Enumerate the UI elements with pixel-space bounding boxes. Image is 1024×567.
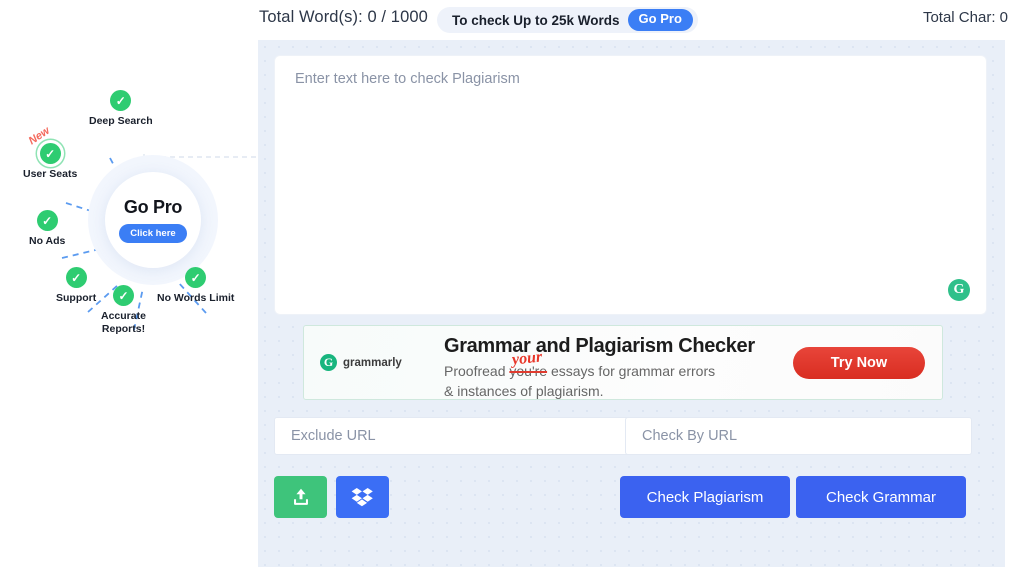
click-here-button[interactable]: Click here [119,224,187,243]
check-icon: ✓ [36,210,58,231]
check-icon: ✓ [39,143,61,164]
go-pro-ring: Go Pro Click here [88,155,218,285]
grammarly-ad-banner[interactable]: G grammarly Grammar and Plagiarism Check… [303,325,943,400]
feature-label: Accurate Reports! [101,310,146,335]
exclude-url-input[interactable] [274,417,631,455]
grammarly-badge-icon[interactable]: G [948,279,970,301]
total-words-counter: Total Word(s): 0 / 1000 [259,8,428,26]
feature-no-ads: ✓ No Ads [29,210,65,248]
dropbox-icon [351,487,373,506]
check-icon: ✓ [65,267,87,288]
go-pro-button[interactable]: Go Pro [627,9,693,31]
feature-user-seats: New ✓ User Seats [23,125,78,181]
feature-accurate-reports: ✓ Accurate Reports! [101,285,146,336]
ad-headline: Grammar and Plagiarism Checker [444,335,755,357]
grammarly-logo: G grammarly [320,354,402,371]
feature-label: No Ads [29,235,66,247]
upload-file-button[interactable] [274,476,327,518]
check-by-url-input[interactable] [625,417,972,455]
feature-label: No Words Limit [157,292,235,304]
check-icon: ✓ [112,285,134,306]
feature-label: Support [56,292,97,304]
text-input-placeholder: Enter text here to check Plagiarism [295,71,520,87]
check-icon: ✓ [185,267,207,288]
check-grammar-button[interactable]: Check Grammar [796,476,966,518]
page-header: Total Word(s): 0 / 1000 To check Up to 2… [0,0,1024,40]
ad-text-suffix: essays for grammar errors [547,363,716,379]
feature-deep-search: ✓ Deep Search [89,90,153,128]
upgrade-banner-text: To check Up to 25k Words [452,12,620,28]
total-chars-counter: Total Char: 0 [922,9,1008,26]
ad-subline-1: Proofread you're essays for grammar erro… [444,363,715,379]
upload-icon [293,488,308,505]
feature-no-words-limit: ✓ No Words Limit [157,267,234,305]
feature-label: Deep Search [89,115,153,127]
grammarly-logo-text: grammarly [343,356,402,369]
ad-text-prefix: Proofread [444,363,510,379]
check-icon: ✓ [110,90,132,111]
go-pro-title: Go Pro [123,197,183,217]
go-pro-promo-panel: Go Pro Click here ✓ Deep Search New ✓ Us… [0,40,258,567]
feature-support: ✓ Support [56,267,96,305]
ad-handwritten-correction: your [511,348,543,369]
ad-subline-2: & instances of plagiarism. [444,383,604,399]
dropbox-import-button[interactable] [336,476,389,518]
text-input-area[interactable]: Enter text here to check Plagiarism G [274,55,987,315]
plagiarism-checker-panel: Enter text here to check Plagiarism G G … [258,40,1005,567]
grammarly-logo-icon: G [320,354,337,371]
upgrade-banner: To check Up to 25k Words Go Pro [437,7,698,33]
try-now-button[interactable]: Try Now [793,347,925,379]
go-pro-center: Go Pro Click here [105,172,201,268]
app-root: Total Word(s): 0 / 1000 To check Up to 2… [0,0,1024,567]
check-plagiarism-button[interactable]: Check Plagiarism [620,476,790,518]
feature-label: User Seats [23,168,78,180]
